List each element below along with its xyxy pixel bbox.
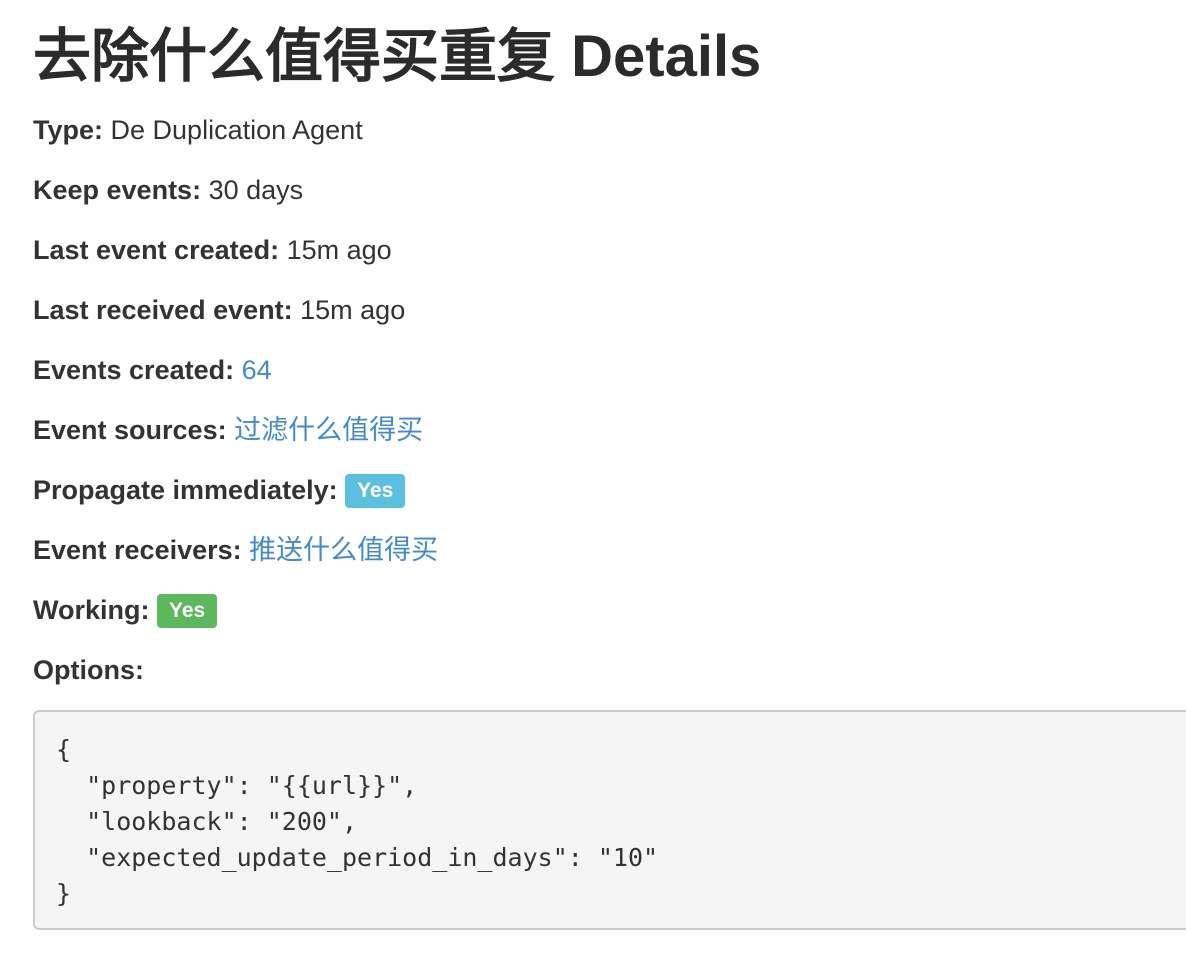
detail-last-received-event: Last received event: 15m ago <box>33 292 405 328</box>
event-sources-label: Event sources: <box>33 415 227 445</box>
events-created-label: Events created: <box>33 355 235 385</box>
last-received-event-label: Last received event: <box>33 295 293 325</box>
detail-propagate-immediately: Propagate immediately: Yes <box>33 472 406 508</box>
detail-type: Type: De Duplication Agent <box>33 112 363 148</box>
keep-events-label: Keep events: <box>33 175 202 205</box>
propagate-immediately-label: Propagate immediately: <box>33 475 338 505</box>
working-badge: Yes <box>157 594 218 628</box>
propagate-immediately-badge: Yes <box>345 474 406 508</box>
keep-events-value: 30 days <box>208 175 304 205</box>
detail-event-receivers: Event receivers: 推送什么值得买 <box>33 532 438 568</box>
detail-options: Options: <box>33 652 144 688</box>
options-code-block: { "property": "{{url}}", "lookback": "20… <box>33 710 1186 930</box>
detail-working: Working: Yes <box>33 592 218 628</box>
type-label: Type: <box>33 115 104 145</box>
detail-event-sources: Event sources: 过滤什么值得买 <box>33 412 423 448</box>
detail-events-created: Events created: 64 <box>33 352 272 388</box>
type-value: De Duplication Agent <box>110 115 363 145</box>
page-title: 去除什么值得买重复 Details <box>33 24 762 89</box>
options-label: Options: <box>33 655 144 685</box>
events-created-link[interactable]: 64 <box>242 355 272 385</box>
event-receivers-label: Event receivers: <box>33 535 242 565</box>
detail-last-event-created: Last event created: 15m ago <box>33 232 392 268</box>
event-receiver-link[interactable]: 推送什么值得买 <box>249 535 438 565</box>
last-received-event-value: 15m ago <box>300 295 406 325</box>
working-label: Working: <box>33 595 150 625</box>
last-event-created-value: 15m ago <box>286 235 392 265</box>
event-source-link[interactable]: 过滤什么值得买 <box>234 415 423 445</box>
detail-keep-events: Keep events: 30 days <box>33 172 303 208</box>
last-event-created-label: Last event created: <box>33 235 280 265</box>
